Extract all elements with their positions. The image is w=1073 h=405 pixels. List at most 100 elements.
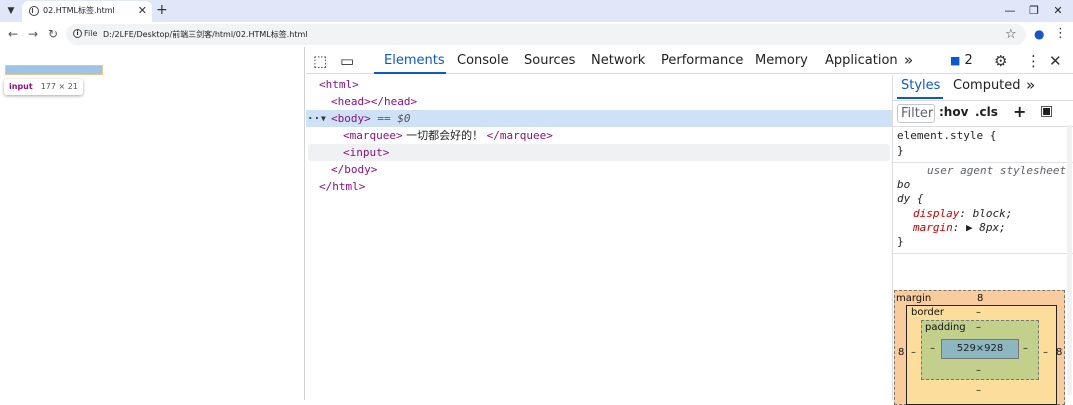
- tab-performance[interactable]: Performance: [661, 53, 743, 68]
- tag-input: <input>: [343, 146, 390, 159]
- margin-label: margin: [896, 293, 932, 304]
- rule-separator-2: [893, 253, 1073, 254]
- margin-declaration[interactable]: margin: ▶ 8px;: [913, 221, 1006, 235]
- body-rule-close: }: [897, 235, 904, 248]
- tab-computed[interactable]: Computed: [953, 78, 1021, 93]
- cls-button[interactable]: .cls: [975, 105, 998, 119]
- tab-styles[interactable]: Styles: [901, 78, 940, 93]
- url-text[interactable]: D:/2LFE/Desktop/前端三剑客/html/02.HTML标签.htm…: [103, 29, 308, 40]
- margin-top-value[interactable]: 8: [977, 293, 983, 304]
- devtools-menu-icon[interactable]: ⋮: [1026, 52, 1041, 70]
- tab-elements[interactable]: Elements: [384, 53, 445, 68]
- box-model-diagram: margin 8 8 8 border – – – – padding – – …: [894, 290, 1065, 405]
- devtools-toolbar: ⬚ ▭ Elements Console Sources Network Per…: [306, 47, 1073, 74]
- bookmark-star-icon[interactable]: ☆: [1005, 27, 1017, 42]
- new-style-rule-icon[interactable]: +: [1013, 102, 1026, 121]
- issues-count: 2: [964, 53, 973, 68]
- body-selector-part2[interactable]: dy {: [897, 192, 924, 206]
- more-panes-icon[interactable]: »: [1026, 76, 1035, 94]
- tab-strip: ▼ 02.HTML标签.html ✕ + — ❐ ✕: [0, 0, 1073, 22]
- user-agent-label: user agent stylesheet: [927, 164, 1067, 177]
- dom-node-marquee[interactable]: <marquee> 一切都会好的！ </marquee>: [343, 127, 553, 144]
- dom-node-head[interactable]: <head></head>: [331, 93, 417, 110]
- margin-value: 8px;: [979, 221, 1006, 234]
- devtools-panel: ⬚ ▭ Elements Console Sources Network Per…: [306, 47, 1073, 405]
- dom-tree: ··· ▼ <html> <head></head> <body> == $0 …: [306, 75, 892, 400]
- file-favicon-icon: [29, 6, 39, 16]
- display-property: display: [913, 207, 960, 220]
- border-top-value[interactable]: –: [976, 307, 981, 318]
- tag-head: <head></head>: [331, 95, 418, 108]
- rendering-paint-icon[interactable]: ▣: [1040, 103, 1053, 119]
- close-devtools-icon[interactable]: ✕: [1049, 52, 1062, 70]
- styles-scrollbar[interactable]: [1067, 125, 1072, 395]
- highlighted-input-element[interactable]: [5, 65, 103, 75]
- border-label: border: [911, 307, 945, 318]
- tag-body-close: </body>: [331, 163, 378, 176]
- tag-marquee-close: </marquee>: [486, 129, 553, 142]
- inspect-element-icon[interactable]: ⬚: [313, 52, 327, 70]
- styles-tab-underline: [897, 97, 943, 99]
- padding-right-value[interactable]: –: [1023, 343, 1028, 354]
- content-box[interactable]: 529×928: [941, 339, 1019, 359]
- back-arrow-icon[interactable]: ←: [5, 27, 21, 41]
- reload-icon[interactable]: ↻: [45, 27, 61, 41]
- border-bottom-value[interactable]: –: [976, 385, 981, 396]
- tag-html-close: </html>: [319, 180, 366, 193]
- styles-pane: Styles Computed » Filter :hov .cls + ▣ e…: [892, 75, 1073, 405]
- tab-search-dropdown-icon[interactable]: ▼: [3, 3, 19, 19]
- console-ref: == $0: [377, 112, 411, 125]
- dom-node-input[interactable]: <input>: [343, 144, 389, 161]
- tag-body: <body>: [331, 112, 371, 125]
- marquee-text: 一切都会好的！: [402, 129, 487, 142]
- element-style-close: }: [897, 144, 904, 157]
- padding-bottom-value[interactable]: –: [976, 365, 981, 376]
- tag-marquee-open: <marquee>: [343, 129, 403, 142]
- tooltip-tag-name: input: [9, 82, 33, 91]
- dom-node-body[interactable]: <body> == $0: [331, 110, 411, 127]
- hovered-node-highlight: [308, 144, 890, 161]
- address-bar[interactable]: i File D:/2LFE/Desktop/前端三剑客/html/02.HTM…: [66, 24, 1026, 45]
- styles-filter-input[interactable]: Filter: [897, 104, 935, 123]
- dom-node-html-close[interactable]: </html>: [319, 178, 365, 195]
- close-tab-icon[interactable]: ✕: [138, 4, 147, 17]
- dom-node-html[interactable]: <html>: [319, 76, 359, 93]
- site-info-icon[interactable]: i: [73, 29, 82, 38]
- expand-triangle-icon[interactable]: ▼: [321, 110, 326, 127]
- browser-toolbar: ← → ↻ i File D:/2LFE/Desktop/前端三剑客/html/…: [0, 22, 1073, 47]
- padding-left-value[interactable]: –: [930, 343, 935, 354]
- border-right-value[interactable]: –: [1043, 347, 1048, 358]
- display-declaration[interactable]: display: block;: [913, 207, 1012, 221]
- more-tabs-icon[interactable]: »: [904, 51, 913, 69]
- page-viewport: input 177 × 21: [0, 47, 305, 400]
- browser-tab[interactable]: 02.HTML标签.html ✕: [22, 1, 152, 22]
- margin-left-value[interactable]: 8: [898, 347, 904, 358]
- padding-top-value[interactable]: –: [976, 322, 981, 333]
- issues-icon: ■: [950, 54, 961, 67]
- padding-box: padding – – – – 529×928: [921, 320, 1039, 380]
- border-left-value[interactable]: –: [911, 347, 916, 358]
- tab-sources[interactable]: Sources: [524, 53, 575, 68]
- tab-console[interactable]: Console: [457, 53, 509, 68]
- new-tab-icon[interactable]: +: [156, 2, 168, 18]
- active-tab-underline: [374, 72, 446, 74]
- window-close-icon[interactable]: ✕: [1045, 2, 1071, 20]
- forward-arrow-icon[interactable]: →: [25, 27, 41, 41]
- rule-separator: [893, 162, 1073, 163]
- issues-button[interactable]: ■ 2: [950, 53, 973, 68]
- minimize-icon[interactable]: —: [997, 2, 1023, 20]
- device-toolbar-icon[interactable]: ▭: [340, 52, 354, 70]
- dom-node-body-close[interactable]: </body>: [331, 161, 377, 178]
- element-style-selector[interactable]: element.style {: [897, 129, 996, 143]
- tab-memory[interactable]: Memory: [755, 53, 808, 68]
- hov-button[interactable]: :hov: [939, 105, 968, 119]
- tab-network[interactable]: Network: [591, 53, 645, 68]
- restore-icon[interactable]: ❐: [1021, 2, 1047, 20]
- profile-icon[interactable]: ●: [1034, 27, 1044, 41]
- settings-gear-icon[interactable]: ⚙: [994, 52, 1007, 70]
- border-box: border – – – – padding – – – – 529×928: [906, 305, 1057, 405]
- browser-menu-icon[interactable]: ⋮: [1054, 26, 1067, 41]
- tab-application[interactable]: Application: [825, 53, 898, 68]
- url-scheme-label: File: [84, 29, 98, 38]
- body-selector-part1[interactable]: bo: [897, 178, 910, 192]
